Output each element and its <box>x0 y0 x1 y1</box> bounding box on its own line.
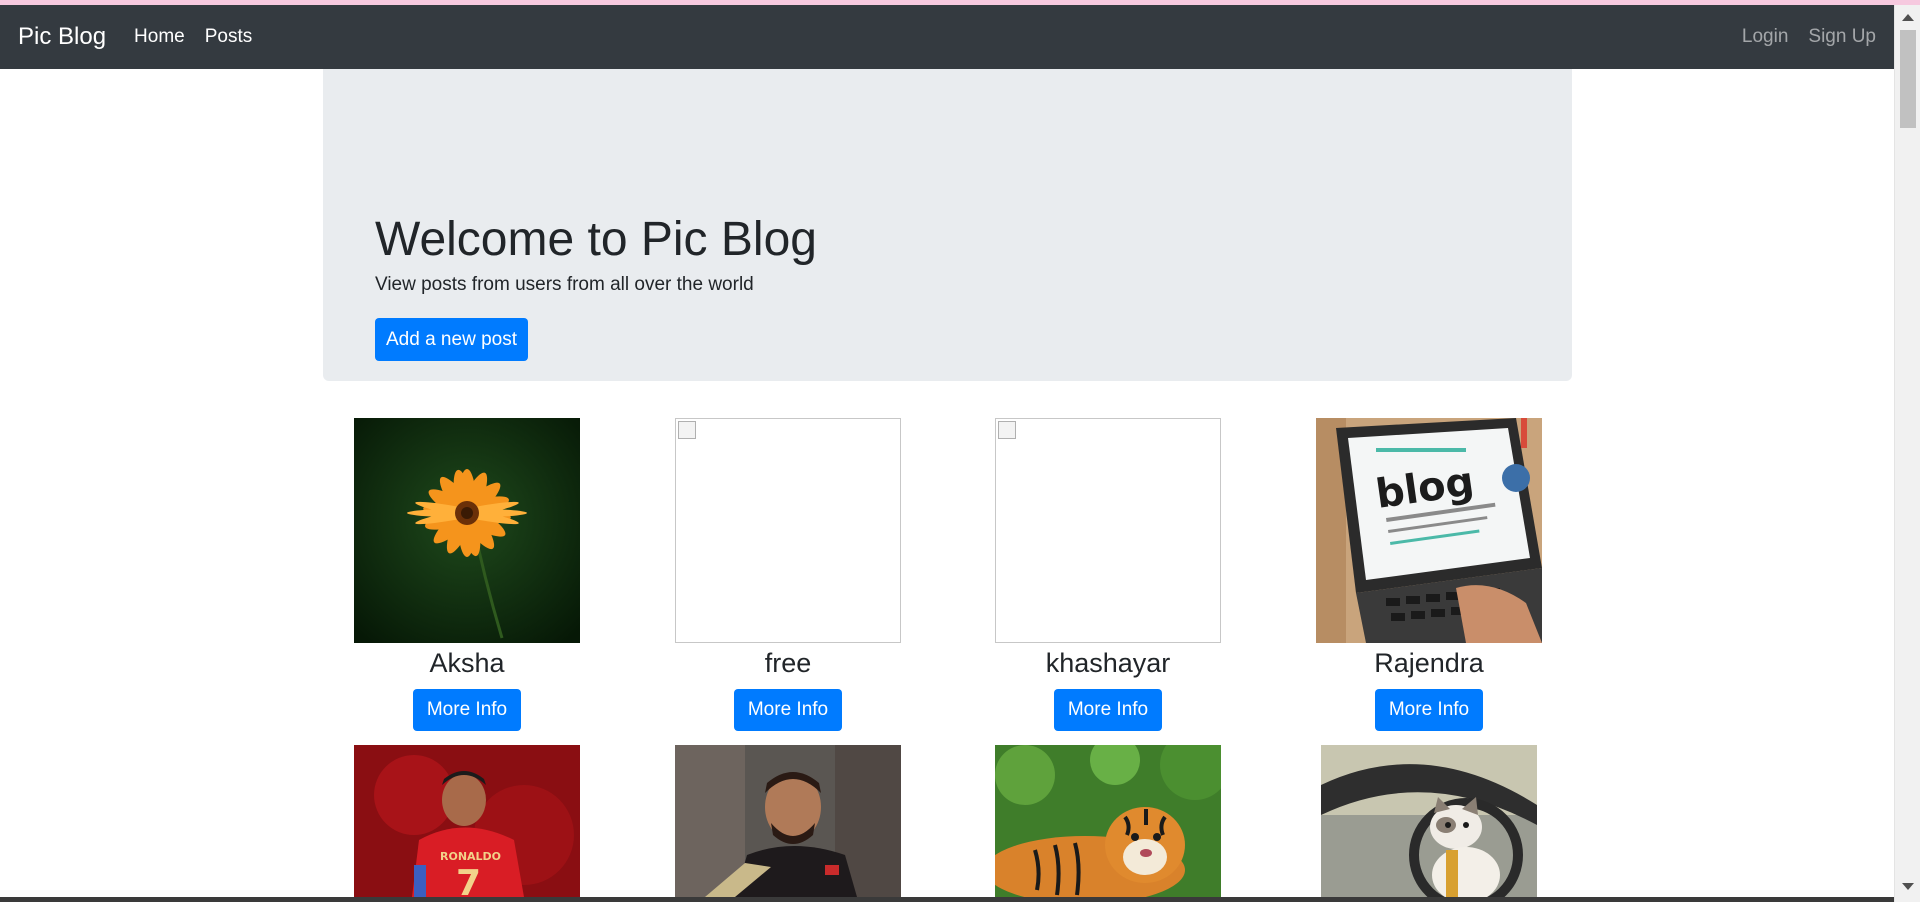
post-card: khashayar More Info <box>995 418 1221 731</box>
post-image-blog-laptop[interactable]: blog <box>1316 418 1542 643</box>
nav-link-signup[interactable]: Sign Up <box>1808 26 1876 48</box>
post-card: free More Info <box>675 418 901 731</box>
post-image-broken[interactable] <box>995 418 1221 643</box>
scroll-thumb[interactable] <box>1900 30 1916 128</box>
post-image-broken[interactable] <box>675 418 901 643</box>
post-author-name: khashayar <box>1045 648 1171 678</box>
post-card: Aksha More Info <box>354 418 580 731</box>
hero-jumbotron: Welcome to Pic Blog View posts from user… <box>323 69 1572 381</box>
post-card: blog Rajendra More Info <box>1316 418 1542 731</box>
page-scrollbar[interactable] <box>1894 5 1920 902</box>
nav-link-login[interactable]: Login <box>1742 26 1789 48</box>
post-card <box>675 745 901 897</box>
add-new-post-button[interactable]: Add a new post <box>375 318 528 361</box>
more-info-button[interactable]: More Info <box>1375 689 1483 731</box>
nav-link-home[interactable]: Home <box>134 26 185 48</box>
post-image-flower[interactable] <box>354 418 580 643</box>
broken-image-icon <box>998 421 1016 439</box>
broken-image-icon <box>678 421 696 439</box>
window-bottom-edge <box>0 897 1894 902</box>
hero-subtitle: View posts from users from all over the … <box>375 274 754 295</box>
more-info-button[interactable]: More Info <box>734 689 842 731</box>
post-author-name: Rajendra <box>1374 648 1484 678</box>
more-info-button[interactable]: More Info <box>413 689 521 731</box>
scroll-down-arrow-icon[interactable] <box>1902 883 1914 890</box>
post-image-cricketer[interactable] <box>675 745 901 897</box>
hero-title: Welcome to Pic Blog <box>375 213 817 266</box>
more-info-button[interactable]: More Info <box>1054 689 1162 731</box>
post-author-name: Aksha <box>429 648 505 678</box>
jersey-name: RONALDO <box>440 850 501 863</box>
post-image-ronaldo[interactable]: RONALDO 7 <box>354 745 580 897</box>
svg-text:7: 7 <box>456 863 481 897</box>
post-card <box>1316 745 1542 897</box>
scroll-up-arrow-icon[interactable] <box>1902 14 1914 21</box>
navbar-brand[interactable]: Pic Blog <box>18 23 106 51</box>
post-image-cat-in-car[interactable] <box>1316 745 1542 897</box>
navbar: Pic Blog Home Posts Login Sign Up <box>0 5 1894 69</box>
post-card <box>995 745 1221 897</box>
nav-link-posts[interactable]: Posts <box>205 26 253 48</box>
post-card: RONALDO 7 <box>354 745 580 897</box>
nav-auth-links: Login Sign Up <box>1722 26 1876 48</box>
post-image-tiger[interactable] <box>995 745 1221 897</box>
post-author-name: free <box>764 648 812 678</box>
